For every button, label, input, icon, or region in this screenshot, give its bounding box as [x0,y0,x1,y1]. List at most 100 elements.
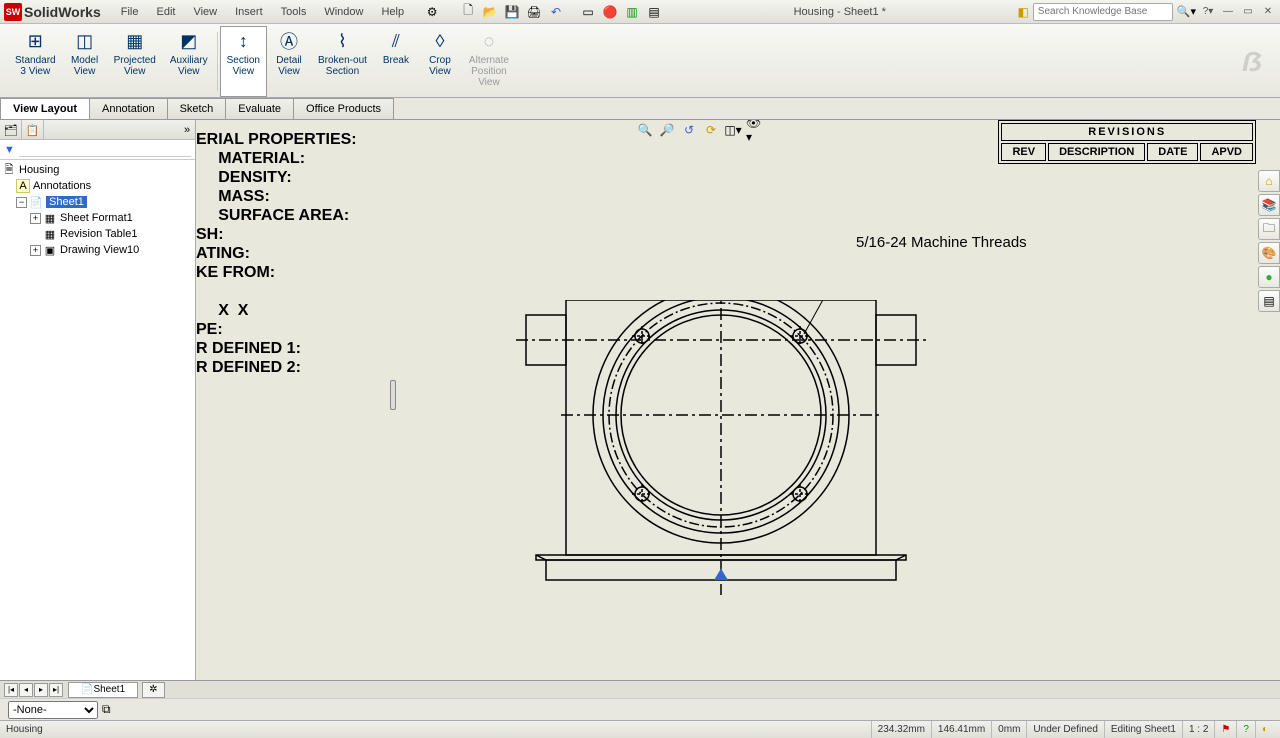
new-icon[interactable]: 🗋 [460,4,476,20]
tree-root[interactable]: 🗎 Housing [2,162,193,178]
taskpane-design-lib-icon[interactable]: 📚 [1258,194,1280,216]
tab-evaluate[interactable]: Evaluate [225,98,294,119]
filter-input[interactable] [19,143,191,157]
undo-icon[interactable]: ↶ [548,4,564,20]
sidebar-resize-handle[interactable] [390,380,396,410]
sidebar-tab-feature-tree[interactable]: 🗂 [0,120,22,140]
taskpane-file-explorer-icon[interactable]: 🗀 [1258,218,1280,240]
drawing-icon: 🗎 [2,163,16,177]
taskpane-view-palette-icon[interactable]: 🎨 [1258,242,1280,264]
tree-sheet-format[interactable]: + ▦ Sheet Format1 [2,210,193,226]
feature-tree[interactable]: 🗎 Housing A Annotations − 📄 Sheet1 + ▦ S… [0,160,195,680]
revtable-h-rev: REV [1001,143,1046,161]
status-constraint: Under Defined [1026,721,1103,738]
heads-up-toolbar: 🔍 🔎 ↺ ⟳ ◫▾ 👁▾ [636,120,764,140]
ribbon-brokenout-section[interactable]: ⌇Broken-outSection [311,26,374,97]
revtable-title: REVISIONS [1001,123,1253,141]
brand-watermark-icon: ẞ [1242,46,1272,78]
sidebar-collapse-icon[interactable]: » [179,120,195,139]
revtable-h-desc: DESCRIPTION [1048,143,1145,161]
expander-icon[interactable]: − [16,197,27,208]
status-coord-x: 234.32mm [871,721,931,738]
ribbon-model-view[interactable]: ◫ModelView [63,26,107,97]
tree-sheet1[interactable]: − 📄 Sheet1 [2,194,193,210]
menu-edit[interactable]: Edit [149,4,184,20]
sheet-icon: 📄 [29,195,43,209]
status-coord-z: 0mm [991,721,1026,738]
brokenout-icon: ⌇ [330,29,354,53]
ribbon-auxiliary-view[interactable]: ◩AuxiliaryView [163,26,215,97]
zoom-fit-icon[interactable]: 🔍 [636,121,654,139]
open-icon[interactable]: 📂 [482,4,498,20]
section-icon[interactable]: ⟳ [702,121,720,139]
menu-view[interactable]: View [185,4,225,20]
layer-props-icon[interactable]: ⧉ [102,702,111,717]
tab-office-products[interactable]: Office Products [293,98,394,119]
save-icon[interactable]: 💾 [504,4,520,20]
menu-tools[interactable]: Tools [273,4,315,20]
options-icon[interactable]: ⚙ [424,4,440,20]
menu-help[interactable]: Help [373,4,412,20]
tab-sketch[interactable]: Sketch [167,98,227,119]
search-input[interactable] [1033,3,1173,21]
sheet-tab-add[interactable]: ✲ [142,682,164,698]
layer-bar: -None- ⧉ [0,698,1280,720]
minimize-icon[interactable]: — [1220,5,1236,19]
tree-drawing-view[interactable]: + ▣ Drawing View10 [2,242,193,258]
drawing-notes: ERIAL PROPERTIES: MATERIAL: DENSITY: MAS… [196,130,357,377]
menu-window[interactable]: Window [316,4,371,20]
tree-annotations[interactable]: A Annotations [2,178,193,194]
status-doc-name: Housing [6,724,43,735]
display-style-icon[interactable]: ◫▾ [724,121,742,139]
revtable-icon: ▦ [43,227,57,241]
ribbon-detail-view[interactable]: ⒶDetailView [267,26,311,97]
print-icon[interactable]: 🖨 [526,4,542,20]
close-icon[interactable]: ✕ [1260,5,1276,19]
tab-view-layout[interactable]: View Layout [0,98,90,119]
status-rebuild-icon[interactable]: ◐ [1255,721,1274,738]
ribbon-crop-view[interactable]: ◊CropView [418,26,462,97]
ribbon-projected-view[interactable]: ▦ProjectedView [107,26,163,97]
thread-annotation-text: 5/16-24 Machine Threads [856,234,1027,251]
rebuild-icon[interactable]: 🔴 [602,4,618,20]
menu-file[interactable]: File [113,4,147,20]
menu-bar: File Edit View Insert Tools Window Help [113,4,412,20]
ribbon-section-view[interactable]: ↕SectionView [220,26,267,97]
menu-insert[interactable]: Insert [227,4,271,20]
revtable-h-apvd: APVD [1200,143,1253,161]
status-help-icon[interactable]: ? [1236,721,1255,738]
break-icon: ⫽ [384,29,408,53]
expander-icon[interactable]: + [30,213,41,224]
hide-show-icon[interactable]: 👁▾ [746,121,764,139]
sidebar-tab-prop-mgr[interactable]: 📋 [22,120,44,140]
model-view-icon: ◫ [73,29,97,53]
taskpane-appearances-icon[interactable]: ● [1258,266,1280,288]
restore-icon[interactable]: ▭ [1240,5,1256,19]
ribbon-break[interactable]: ⫽Break [374,26,418,97]
zoom-area-icon[interactable]: 🔎 [658,121,676,139]
tree-revision-table[interactable]: ▦ Revision Table1 [2,226,193,242]
sheet-nav-prev[interactable]: ◂ [19,683,33,697]
tab-annotation[interactable]: Annotation [89,98,168,119]
help-icon[interactable]: ?▾ [1200,5,1216,19]
ribbon-standard-3view[interactable]: ⊞Standard3 View [8,26,63,97]
status-flag-icon[interactable]: ⚑ [1214,721,1236,738]
options2-icon[interactable]: ▥ [624,4,640,20]
section-view-icon: ↕ [231,29,255,53]
taskpane-custom-props-icon[interactable]: ▤ [1258,290,1280,312]
taskpane-resources-icon[interactable]: ⌂ [1258,170,1280,192]
expander-icon[interactable]: + [30,245,41,256]
select-icon[interactable]: ▭ [580,4,596,20]
sheet-tab-sheet1[interactable]: 📄 Sheet1 [68,682,138,698]
prev-view-icon[interactable]: ↺ [680,121,698,139]
task-pane: ⌂ 📚 🗀 🎨 ● ▤ [1258,170,1280,312]
filter-icon[interactable]: ▼ [4,144,15,156]
layer-select[interactable]: -None- [8,701,98,719]
search-go-icon[interactable]: 🔍▾ [1177,5,1196,18]
search-icon: ◧ [1017,5,1028,19]
properties-icon[interactable]: ▤ [646,4,662,20]
sheet-nav-first[interactable]: |◂ [4,683,18,697]
sheet-nav-next[interactable]: ▸ [34,683,48,697]
drawing-canvas[interactable]: 🔍 🔎 ↺ ⟳ ◫▾ 👁▾ — ▭ ✕ REVISIONS REV DESCRI… [196,120,1280,680]
sheet-nav-last[interactable]: ▸| [49,683,63,697]
